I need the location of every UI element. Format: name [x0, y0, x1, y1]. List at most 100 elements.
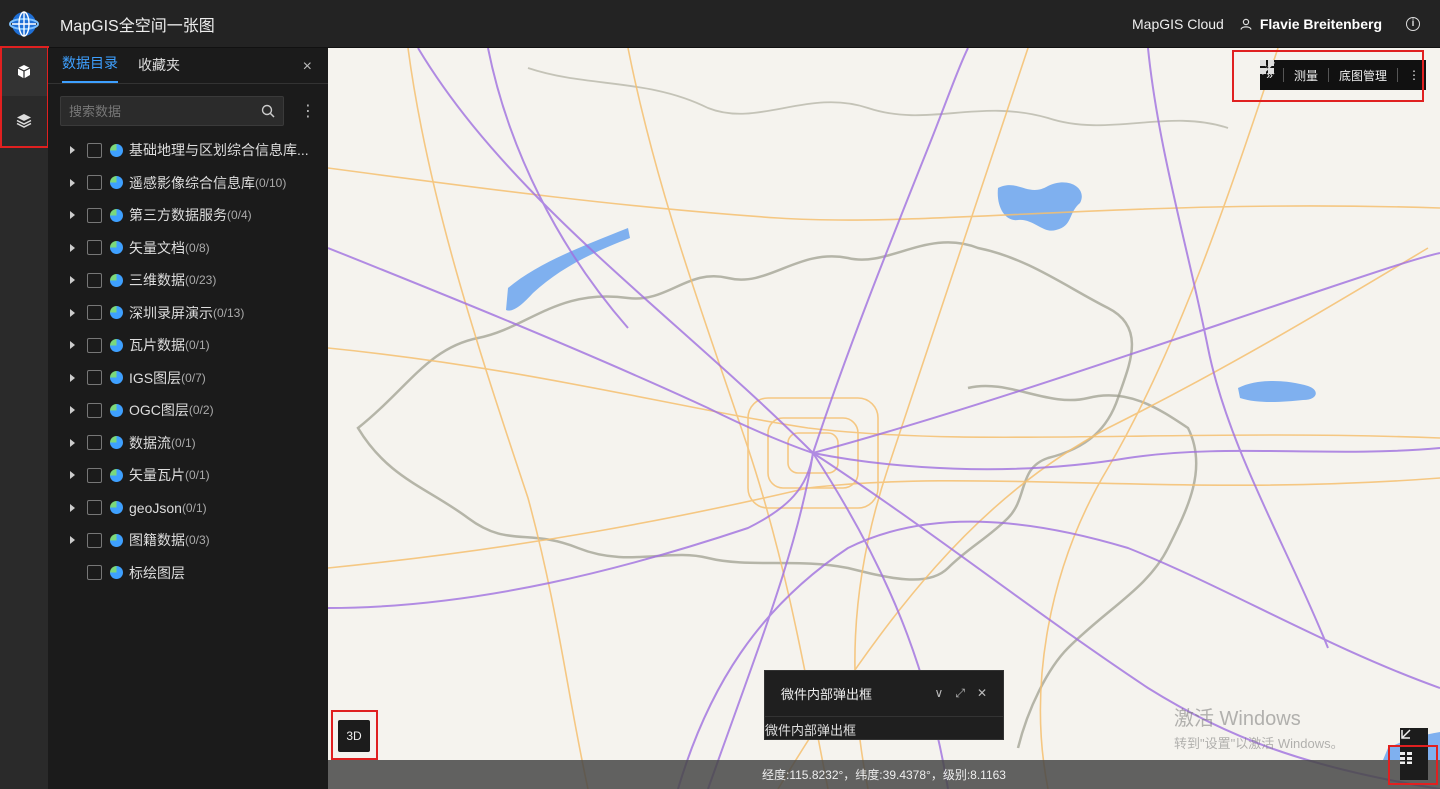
collapse-icon[interactable]: ∨	[935, 686, 944, 701]
tab-data-catalog[interactable]: 数据目录	[62, 53, 118, 83]
user-menu[interactable]: Flavie Breitenberg	[1240, 16, 1382, 32]
tree-item-count: (0/1)	[181, 500, 207, 515]
left-rail	[0, 48, 48, 789]
panel-close-icon[interactable]: ×	[303, 58, 312, 76]
tree-checkbox[interactable]	[87, 240, 102, 256]
map-view[interactable]: » 测量 底图管理 ⋮ 微件内部弹出框 ∨ ⤢ ✕ 微件内部弹出框 3D 激活 …	[328, 48, 1440, 789]
tree-checkbox[interactable]	[87, 272, 102, 288]
tree-checkbox[interactable]	[87, 565, 102, 581]
database-icon	[110, 273, 123, 287]
toggle-3d-button[interactable]: 3D	[338, 720, 370, 752]
catalog-tree-item[interactable]: 基础地理与区划综合信息库...	[48, 134, 328, 167]
database-icon	[110, 501, 123, 515]
expand-caret-icon[interactable]	[70, 276, 75, 285]
catalog-tree-item[interactable]: 遥感影像综合信息库 (0/10)	[48, 167, 328, 200]
tree-checkbox[interactable]	[87, 337, 102, 353]
catalog-tree-item[interactable]: 矢量文档 (0/8)	[48, 232, 328, 265]
widget-grid-button[interactable]	[1400, 752, 1428, 780]
database-icon	[110, 176, 123, 190]
measure-button[interactable]: 测量	[1261, 61, 1318, 84]
catalog-tree-item[interactable]: geoJson (0/1)	[48, 492, 328, 525]
user-icon	[1240, 18, 1252, 30]
catalog-tree-item[interactable]: OGC图层 (0/2)	[48, 394, 328, 427]
catalog-tree-item[interactable]: 数据流 (0/1)	[48, 427, 328, 460]
expand-caret-icon	[70, 569, 75, 577]
database-icon	[110, 533, 123, 547]
apps-grid-icon	[1400, 752, 1412, 764]
tree-item-count: (0/7)	[181, 370, 206, 385]
rail-layers-button[interactable]	[0, 96, 48, 144]
tree-checkbox[interactable]	[87, 207, 102, 223]
catalog-tree: 基础地理与区划综合信息库... 遥感影像综合信息库 (0/10) 第三方数据服务 (0/…	[48, 134, 328, 589]
tree-checkbox[interactable]	[87, 467, 102, 483]
tree-checkbox[interactable]	[87, 435, 102, 451]
basemap-button[interactable]: 底图管理	[1260, 60, 1387, 84]
measure-label: 测量	[1293, 68, 1318, 83]
catalog-tree-item[interactable]: 图籍数据 (0/3)	[48, 524, 328, 557]
catalog-tree-item[interactable]: 三维数据 (0/23)	[48, 264, 328, 297]
expand-caret-icon[interactable]	[70, 146, 75, 155]
app-title: MapGIS全空间一张图	[60, 17, 215, 35]
expand-caret-icon[interactable]	[70, 438, 75, 447]
layers-icon	[16, 114, 32, 128]
mapgis-cloud-link[interactable]: MapGIS Cloud	[1132, 16, 1224, 32]
tree-checkbox[interactable]	[87, 142, 102, 158]
reservoir-east	[1238, 381, 1316, 402]
catalog-tree-item[interactable]: 标绘图层	[48, 557, 328, 590]
catalog-more-icon[interactable]: ⋮	[300, 101, 316, 121]
database-icon	[110, 338, 123, 352]
search-box	[60, 96, 284, 126]
toolbar-separator	[1282, 68, 1284, 82]
expand-caret-icon[interactable]	[70, 211, 75, 220]
expand-caret-icon[interactable]	[70, 308, 75, 317]
tree-item-label: geoJson	[129, 499, 182, 516]
toolbar-separator	[1327, 68, 1329, 82]
search-icon[interactable]	[261, 104, 275, 118]
tree-item-count: (0/2)	[188, 403, 214, 418]
database-icon	[110, 566, 123, 580]
data-catalog-panel: 数据目录 收藏夹 × ⋮ 基础地理与区划综合信息库...遥感影像综合信息库(0/…	[48, 48, 328, 789]
tree-checkbox[interactable]	[87, 532, 102, 548]
tree-checkbox[interactable]	[87, 175, 102, 191]
catalog-tree-item[interactable]: 深圳录屏演示 (0/13)	[48, 297, 328, 330]
tree-item-label: 标绘图层	[129, 564, 185, 581]
tree-checkbox[interactable]	[87, 500, 102, 516]
tree-item-count: (0/4)	[227, 208, 252, 223]
tree-item-label: 基础地理与区划综合信息库...	[129, 142, 309, 159]
tree-item-label: 遥感影像综合信息库	[129, 174, 255, 191]
tree-checkbox[interactable]	[87, 402, 102, 418]
tree-item-label: 数据流	[129, 434, 171, 451]
tree-checkbox[interactable]	[87, 305, 102, 321]
expand-caret-icon[interactable]	[70, 471, 75, 480]
tree-item-label: OGC图层	[129, 402, 189, 419]
catalog-tree-item[interactable]: 第三方数据服务 (0/4)	[48, 199, 328, 232]
rail-catalog-button[interactable]	[0, 48, 48, 96]
expand-caret-icon[interactable]	[70, 406, 75, 415]
catalog-tree-item[interactable]: 瓦片数据 (0/1)	[48, 329, 328, 362]
search-input[interactable]	[69, 103, 261, 119]
database-icon	[110, 306, 123, 320]
expand-caret-icon[interactable]	[70, 178, 75, 187]
grid-icon	[1260, 60, 1275, 74]
expand-caret-icon[interactable]	[70, 243, 75, 252]
tree-checkbox[interactable]	[87, 370, 102, 386]
widget-popup-actions: ∨ ⤢ ✕	[935, 686, 987, 701]
close-icon[interactable]: ✕	[977, 686, 987, 701]
info-icon[interactable]: i	[1406, 16, 1420, 31]
catalog-tree-item[interactable]: 矢量瓦片 (0/1)	[48, 459, 328, 492]
fullscreen-icon[interactable]: ⤢	[955, 686, 965, 701]
widget-popup: 微件内部弹出框 ∨ ⤢ ✕ 微件内部弹出框	[764, 670, 1004, 740]
map-toolbar: » 测量 底图管理 ⋮	[1260, 60, 1426, 90]
tree-item-label: 矢量瓦片	[129, 467, 185, 484]
expand-caret-icon[interactable]	[70, 373, 75, 382]
expand-caret-icon[interactable]	[70, 341, 75, 350]
tab-favorites[interactable]: 收藏夹	[138, 55, 180, 83]
toolbar-separator	[1397, 68, 1398, 82]
database-icon	[110, 143, 123, 157]
toolbar-more-icon[interactable]: ⋮	[1408, 68, 1420, 82]
expand-caret-icon[interactable]	[70, 536, 75, 545]
tree-item-label: 深圳录屏演示	[129, 304, 213, 321]
expand-caret-icon[interactable]	[70, 503, 75, 512]
catalog-tree-item[interactable]: IGS图层 (0/7)	[48, 362, 328, 395]
reservoir-north	[997, 182, 1082, 231]
